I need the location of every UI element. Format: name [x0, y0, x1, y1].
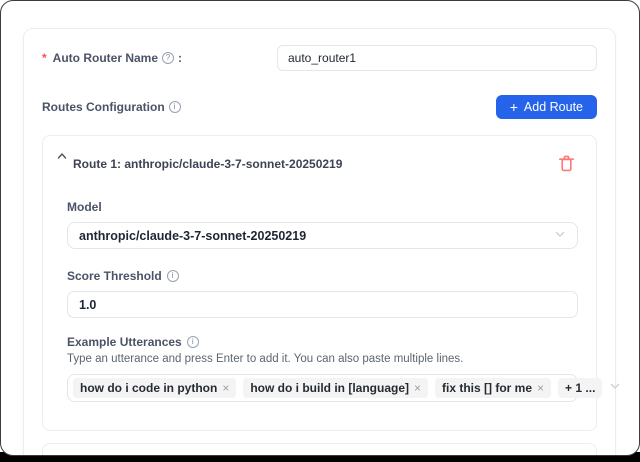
route-1-header: Route 1: anthropic/claude-3-7-sonnet-202…: [43, 136, 596, 172]
example-utterances-label: Example Utterances i: [67, 335, 199, 349]
overflow-tag-text: + 1 ...: [565, 381, 595, 395]
app-window: * Auto Router Name ? : Routes Configurat…: [0, 0, 640, 456]
utterance-tag-text: fix this [] for me: [442, 381, 532, 395]
remove-tag-icon[interactable]: ×: [222, 382, 229, 394]
plus-icon: +: [510, 100, 518, 114]
auto-router-name-label: * Auto Router Name ? :: [42, 51, 182, 65]
remove-tag-icon[interactable]: ×: [537, 382, 544, 394]
info-icon[interactable]: i: [187, 336, 199, 348]
utterance-tag-text: how do i code in python: [80, 381, 217, 395]
info-icon[interactable]: i: [169, 101, 181, 113]
add-route-button-label: Add Route: [524, 100, 583, 114]
route-2-panel: Route 2: azure_ai/gpt-4o: [42, 443, 597, 456]
add-route-button[interactable]: + Add Route: [496, 95, 597, 119]
score-threshold-input[interactable]: [67, 291, 578, 318]
score-threshold-label-text: Score Threshold: [67, 269, 162, 283]
overflow-tag[interactable]: + 1 ...: [558, 378, 602, 398]
routes-configuration-row: Routes Configuration i + Add Route: [42, 95, 597, 119]
auto-router-name-row: * Auto Router Name ? :: [42, 45, 597, 71]
model-label: Model: [67, 200, 102, 214]
score-threshold-label: Score Threshold i: [67, 269, 179, 283]
model-select[interactable]: anthropic/claude-3-7-sonnet-20250219: [67, 222, 578, 249]
utterances-tags-input[interactable]: how do i code in python × how do i build…: [67, 374, 578, 402]
utterance-tag: how do i build in [language] ×: [243, 378, 428, 398]
utterance-tag: how do i code in python ×: [73, 378, 236, 398]
collapse-caret-icon[interactable]: [55, 149, 69, 163]
chevron-down-icon: [554, 227, 566, 245]
model-label-text: Model: [67, 200, 102, 214]
delete-route-icon[interactable]: [559, 155, 574, 172]
auto-router-form-card: * Auto Router Name ? : Routes Configurat…: [23, 28, 616, 456]
auto-router-name-input[interactable]: [277, 45, 597, 71]
example-utterances-label-text: Example Utterances: [67, 335, 182, 349]
info-icon[interactable]: i: [167, 270, 179, 282]
utterance-tag-text: how do i build in [language]: [250, 381, 409, 395]
help-icon[interactable]: ?: [162, 52, 174, 64]
auto-router-name-label-text: Auto Router Name: [53, 51, 158, 65]
routes-configuration-label-text: Routes Configuration: [42, 100, 165, 114]
route-1-body: Model anthropic/claude-3-7-sonnet-202502…: [43, 172, 596, 430]
model-select-value: anthropic/claude-3-7-sonnet-20250219: [79, 229, 306, 243]
route-1-panel: Route 1: anthropic/claude-3-7-sonnet-202…: [42, 135, 597, 431]
routes-configuration-label: Routes Configuration i: [42, 100, 181, 114]
remove-tag-icon[interactable]: ×: [414, 382, 421, 394]
required-asterisk: *: [42, 51, 47, 65]
chevron-down-icon: [609, 379, 621, 397]
route-2-header: Route 2: azure_ai/gpt-4o: [43, 444, 596, 456]
label-colon: :: [178, 51, 182, 65]
route-1-title: Route 1: anthropic/claude-3-7-sonnet-202…: [73, 157, 342, 171]
utterance-tag: fix this [] for me ×: [435, 378, 551, 398]
utterances-helper-text: Type an utterance and press Enter to add…: [67, 353, 578, 365]
